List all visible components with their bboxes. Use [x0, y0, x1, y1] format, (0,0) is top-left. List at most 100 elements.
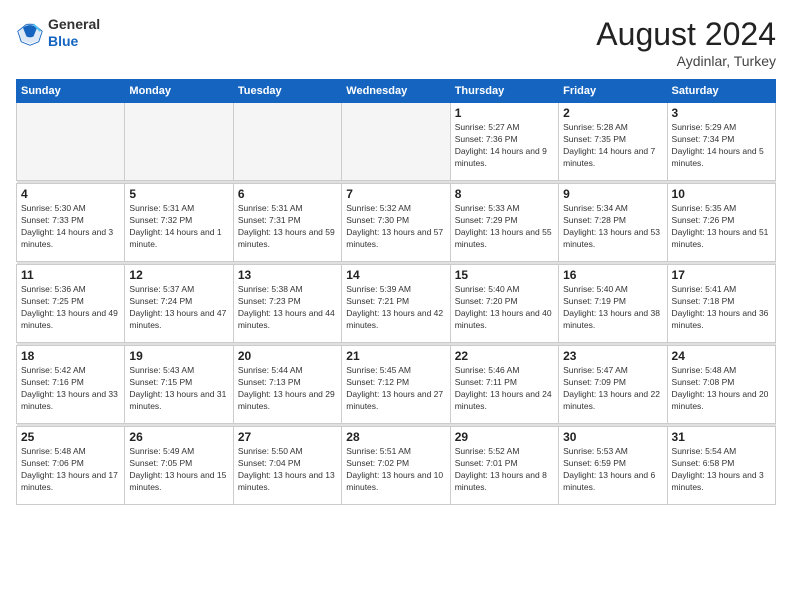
table-cell: 14Sunrise: 5:39 AMSunset: 7:21 PMDayligh… — [342, 265, 450, 343]
day-number: 30 — [563, 430, 662, 444]
day-info: Sunrise: 5:28 AMSunset: 7:35 PMDaylight:… — [563, 122, 662, 170]
day-info: Sunrise: 5:42 AMSunset: 7:16 PMDaylight:… — [21, 365, 120, 413]
day-info: Sunrise: 5:38 AMSunset: 7:23 PMDaylight:… — [238, 284, 337, 332]
col-tuesday: Tuesday — [233, 80, 341, 103]
page: General Blue August 2024 Aydinlar, Turke… — [0, 0, 792, 612]
day-info: Sunrise: 5:40 AMSunset: 7:19 PMDaylight:… — [563, 284, 662, 332]
day-info: Sunrise: 5:29 AMSunset: 7:34 PMDaylight:… — [672, 122, 771, 170]
table-cell: 27 Sunrise: 5:50 AMSunset: 7:04 PMDayligh… — [233, 427, 341, 505]
day-number: 9 — [563, 187, 662, 201]
day-info: Sunrise: 5:40 AMSunset: 7:20 PMDaylight:… — [455, 284, 554, 332]
day-info: Sunrise: 5:54 AMSunset: 6:58 PMDaylight:… — [672, 446, 771, 494]
day-number: 26 — [129, 430, 228, 444]
table-cell: 19 Sunrise: 5:43 AMSunset: 7:15 PMDayligh… — [125, 346, 233, 424]
day-info: Sunrise: 5:53 AMSunset: 6:59 PMDaylight:… — [563, 446, 662, 494]
day-number: 7 — [346, 187, 445, 201]
day-info: Sunrise: 5:31 AMSunset: 7:32 PMDaylight:… — [129, 203, 228, 251]
table-cell: 26 Sunrise: 5:49 AMSunset: 7:05 PMDayligh… — [125, 427, 233, 505]
table-cell: 16Sunrise: 5:40 AMSunset: 7:19 PMDayligh… — [559, 265, 667, 343]
table-cell: 28 Sunrise: 5:51 AMSunset: 7:02 PMDayligh… — [342, 427, 450, 505]
day-number: 2 — [563, 106, 662, 120]
calendar-week-1: 1 Sunrise: 5:27 AMSunset: 7:36 PMDaylight… — [17, 103, 776, 181]
day-number: 8 — [455, 187, 554, 201]
table-cell: 22 Sunrise: 5:46 AMSunset: 7:11 PMDayligh… — [450, 346, 558, 424]
table-cell: 3 Sunrise: 5:29 AMSunset: 7:34 PMDaylight… — [667, 103, 775, 181]
table-cell: 8 Sunrise: 5:33 AMSunset: 7:29 PMDaylight… — [450, 184, 558, 262]
day-number: 13 — [238, 268, 337, 282]
calendar-week-5: 25Sunrise: 5:48 AMSunset: 7:06 PMDayligh… — [17, 427, 776, 505]
table-cell — [233, 103, 341, 181]
day-info: Sunrise: 5:44 AMSunset: 7:13 PMDaylight:… — [238, 365, 337, 413]
table-cell: 5 Sunrise: 5:31 AMSunset: 7:32 PMDaylight… — [125, 184, 233, 262]
calendar-header-row: Sunday Monday Tuesday Wednesday Thursday… — [17, 80, 776, 103]
day-number: 3 — [672, 106, 771, 120]
table-cell: 30 Sunrise: 5:53 AMSunset: 6:59 PMDayligh… — [559, 427, 667, 505]
col-saturday: Saturday — [667, 80, 775, 103]
day-number: 27 — [238, 430, 337, 444]
table-cell: 21Sunrise: 5:45 AMSunset: 7:12 PMDayligh… — [342, 346, 450, 424]
calendar-week-2: 4Sunrise: 5:30 AMSunset: 7:33 PMDaylight… — [17, 184, 776, 262]
table-cell: 12Sunrise: 5:37 AMSunset: 7:24 PMDayligh… — [125, 265, 233, 343]
day-info: Sunrise: 5:33 AMSunset: 7:29 PMDaylight:… — [455, 203, 554, 251]
day-info: Sunrise: 5:43 AMSunset: 7:15 PMDaylight:… — [129, 365, 228, 413]
day-number: 31 — [672, 430, 771, 444]
day-info: Sunrise: 5:50 AMSunset: 7:04 PMDaylight:… — [238, 446, 337, 494]
table-cell: 31 Sunrise: 5:54 AMSunset: 6:58 PMDayligh… — [667, 427, 775, 505]
day-number: 15 — [455, 268, 554, 282]
table-cell: 17Sunrise: 5:41 AMSunset: 7:18 PMDayligh… — [667, 265, 775, 343]
day-info: Sunrise: 5:31 AMSunset: 7:31 PMDaylight:… — [238, 203, 337, 251]
logo-general: General — [48, 16, 100, 33]
day-number: 11 — [21, 268, 120, 282]
table-cell: 15 Sunrise: 5:40 AMSunset: 7:20 PMDayligh… — [450, 265, 558, 343]
day-info: Sunrise: 5:37 AMSunset: 7:24 PMDaylight:… — [129, 284, 228, 332]
day-number: 29 — [455, 430, 554, 444]
day-number: 19 — [129, 349, 228, 363]
table-cell: 29 Sunrise: 5:52 AMSunset: 7:01 PMDayligh… — [450, 427, 558, 505]
day-number: 18 — [21, 349, 120, 363]
col-thursday: Thursday — [450, 80, 558, 103]
calendar-table: Sunday Monday Tuesday Wednesday Thursday… — [16, 79, 776, 505]
day-info: Sunrise: 5:27 AMSunset: 7:36 PMDaylight:… — [455, 122, 554, 170]
day-number: 5 — [129, 187, 228, 201]
table-cell: 18 Sunrise: 5:42 AMSunset: 7:16 PMDayligh… — [17, 346, 125, 424]
calendar-week-3: 11Sunrise: 5:36 AMSunset: 7:25 PMDayligh… — [17, 265, 776, 343]
logo-icon — [16, 19, 44, 47]
col-friday: Friday — [559, 80, 667, 103]
day-info: Sunrise: 5:47 AMSunset: 7:09 PMDaylight:… — [563, 365, 662, 413]
table-cell: 23Sunrise: 5:47 AMSunset: 7:09 PMDayligh… — [559, 346, 667, 424]
table-cell — [342, 103, 450, 181]
day-number: 1 — [455, 106, 554, 120]
day-info: Sunrise: 5:30 AMSunset: 7:33 PMDaylight:… — [21, 203, 120, 251]
day-number: 28 — [346, 430, 445, 444]
day-info: Sunrise: 5:45 AMSunset: 7:12 PMDaylight:… — [346, 365, 445, 413]
day-number: 6 — [238, 187, 337, 201]
table-cell: 24Sunrise: 5:48 AMSunset: 7:08 PMDayligh… — [667, 346, 775, 424]
table-cell: 9Sunrise: 5:34 AMSunset: 7:28 PMDaylight… — [559, 184, 667, 262]
day-info: Sunrise: 5:49 AMSunset: 7:05 PMDaylight:… — [129, 446, 228, 494]
logo-text: General Blue — [48, 16, 100, 50]
table-cell: 13 Sunrise: 5:38 AMSunset: 7:23 PMDayligh… — [233, 265, 341, 343]
day-info: Sunrise: 5:32 AMSunset: 7:30 PMDaylight:… — [346, 203, 445, 251]
table-cell — [125, 103, 233, 181]
day-info: Sunrise: 5:51 AMSunset: 7:02 PMDaylight:… — [346, 446, 445, 494]
day-info: Sunrise: 5:46 AMSunset: 7:11 PMDaylight:… — [455, 365, 554, 413]
table-cell: 1 Sunrise: 5:27 AMSunset: 7:36 PMDaylight… — [450, 103, 558, 181]
day-info: Sunrise: 5:52 AMSunset: 7:01 PMDaylight:… — [455, 446, 554, 494]
table-cell: 4Sunrise: 5:30 AMSunset: 7:33 PMDaylight… — [17, 184, 125, 262]
day-number: 10 — [672, 187, 771, 201]
table-cell: 20 Sunrise: 5:44 AMSunset: 7:13 PMDayligh… — [233, 346, 341, 424]
logo-blue: Blue — [48, 33, 100, 50]
table-cell: 6 Sunrise: 5:31 AMSunset: 7:31 PMDaylight… — [233, 184, 341, 262]
header: General Blue August 2024 Aydinlar, Turke… — [16, 16, 776, 69]
day-info: Sunrise: 5:39 AMSunset: 7:21 PMDaylight:… — [346, 284, 445, 332]
day-number: 20 — [238, 349, 337, 363]
day-info: Sunrise: 5:35 AMSunset: 7:26 PMDaylight:… — [672, 203, 771, 251]
logo: General Blue — [16, 16, 100, 50]
table-cell: 11Sunrise: 5:36 AMSunset: 7:25 PMDayligh… — [17, 265, 125, 343]
day-info: Sunrise: 5:48 AMSunset: 7:06 PMDaylight:… — [21, 446, 120, 494]
day-number: 24 — [672, 349, 771, 363]
calendar-week-4: 18 Sunrise: 5:42 AMSunset: 7:16 PMDayligh… — [17, 346, 776, 424]
day-info: Sunrise: 5:41 AMSunset: 7:18 PMDaylight:… — [672, 284, 771, 332]
day-number: 22 — [455, 349, 554, 363]
table-cell: 10 Sunrise: 5:35 AMSunset: 7:26 PMDayligh… — [667, 184, 775, 262]
